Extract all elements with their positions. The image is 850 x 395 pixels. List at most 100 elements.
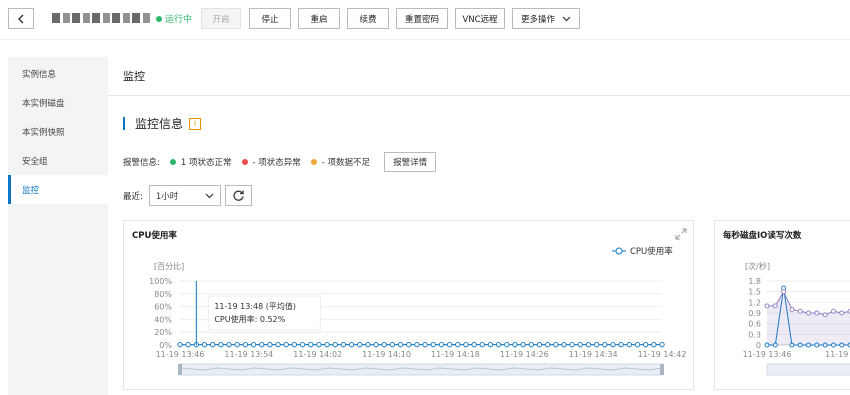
sidebar-item-instance-info[interactable]: 实例信息 [8, 59, 108, 88]
data-point [406, 342, 412, 348]
data-point [528, 342, 534, 348]
vnc-remote-button[interactable]: VNC远程 [455, 8, 505, 29]
alarm-info: 报警信息: 1 项状态正常 - 项状态异常 - 项数据不足 报警详情 [123, 152, 437, 172]
data-point [242, 342, 249, 348]
alarm-insufficient-text: - 项数据不足 [321, 158, 371, 168]
data-point [275, 342, 281, 348]
toolbar: 运行中 开启 停止 重启 续费 重置密码 VNC远程 更多操作 [0, 0, 850, 40]
more-actions-dropdown[interactable]: 更多操作 [512, 8, 580, 29]
cpu-chart: [百分比] 100% 80% 60% 40% 20% 0%11-19 13:46 11-19 … [149, 246, 687, 376]
sidebar-item-disks[interactable]: 本实例磁盘 [8, 88, 108, 117]
renew-button[interactable]: 续费 [347, 8, 389, 29]
y-tick-label: 0.6 [748, 320, 761, 329]
data-point [495, 342, 502, 348]
stop-button[interactable]: 停止 [249, 8, 291, 29]
data-point [455, 342, 461, 348]
time-range-select[interactable]: 1小时 [148, 185, 221, 206]
data-point [414, 342, 420, 348]
restart-button[interactable]: 重启 [298, 8, 340, 29]
data-point [201, 342, 208, 348]
data-point [520, 342, 526, 348]
data-point [553, 342, 559, 348]
data-point [831, 308, 836, 314]
data-point [210, 342, 216, 348]
data-point [797, 308, 803, 314]
orange-dot-icon [310, 159, 317, 165]
data-point [806, 310, 811, 316]
y-axis-label: [次/秒] [745, 261, 770, 271]
sidebar-item-monitoring[interactable]: 监控 [8, 175, 108, 204]
y-tick-label: 1.8 [748, 277, 761, 286]
main-content: 监控 监控信息 i 报警信息: 1 项状态正常 - 项状态异常 - 项数据不足 … [108, 57, 850, 395]
data-point [446, 342, 453, 348]
data-point [789, 306, 795, 312]
zoom-handle-right [660, 364, 664, 375]
x-tick-label: 11-19 14:10 [362, 350, 411, 359]
reset-password-button[interactable]: 重置密码 [396, 8, 448, 29]
data-point [626, 342, 632, 348]
data-point [651, 342, 657, 348]
chevron-left-icon [18, 14, 24, 23]
data-point [561, 342, 567, 348]
y-tick-label: 40% [154, 315, 172, 324]
data-point [422, 342, 428, 348]
data-point [340, 342, 347, 348]
data-point [365, 342, 371, 348]
y-tick-label: 1.2 [748, 298, 761, 307]
y-tick-label: 0.9 [748, 309, 761, 318]
data-point [839, 310, 845, 316]
data-point [569, 342, 575, 348]
data-point [430, 342, 436, 348]
zoom-slider-track [766, 363, 850, 376]
data-point [291, 342, 298, 348]
alarm-normal-text: 1 项状态正常 [180, 158, 232, 168]
data-point [634, 342, 641, 348]
x-tick-label: 11-19 14:42 [638, 350, 687, 359]
y-tick-label: 1.5 [748, 288, 761, 297]
data-point [250, 342, 257, 348]
x-tick-label: 11-19 14:34 [569, 350, 618, 359]
y-tick-label: 60% [154, 303, 172, 312]
disk-io-chart-card: 每秒磁盘IO读写次数 [次/秒] 1.8 1.5 1.2 0.9 0.6 0.3 0 11-19… [714, 220, 850, 390]
x-tick-label: 11-19 14:02 [293, 350, 342, 359]
data-point [643, 342, 649, 348]
section-title: 监控信息 i [123, 115, 202, 132]
data-point [373, 342, 379, 348]
y-tick-label: 20% [154, 328, 172, 337]
y-tick-label: 0% [159, 341, 172, 350]
data-point [610, 342, 616, 348]
start-button[interactable]: 开启 [201, 8, 241, 29]
chevron-down-icon [205, 193, 214, 198]
data-point [308, 342, 314, 348]
data-point [577, 342, 583, 348]
sidebar-item-snapshots[interactable]: 本实例快照 [8, 117, 108, 146]
data-point [479, 342, 485, 348]
data-point [218, 342, 224, 348]
x-tick-label: 11-19 13:46 [156, 350, 205, 359]
data-point [822, 312, 828, 318]
section-title-text: 监控信息 [135, 117, 184, 131]
x-tick-label: 11-19 13:46 [743, 350, 792, 359]
back-button[interactable] [8, 8, 34, 29]
data-point [267, 342, 273, 348]
refresh-button[interactable] [224, 185, 252, 206]
x-tick-label: 11-19 14:18 [431, 350, 480, 359]
data-point [357, 342, 363, 348]
red-dot-icon [241, 159, 248, 165]
alarm-detail-button[interactable]: 报警详情 [384, 152, 437, 172]
data-point [772, 303, 778, 309]
page-title: 监控 [108, 57, 850, 96]
alarm-label: 报警信息: [123, 158, 160, 168]
data-point [381, 342, 387, 348]
alarm-abnormal-text: - 项状态异常 [252, 158, 301, 168]
refresh-icon [233, 190, 244, 201]
data-point [316, 342, 322, 348]
time-range-row: 最近: 1小时 [123, 185, 252, 206]
info-icon[interactable]: i [189, 117, 202, 130]
data-point [471, 342, 477, 348]
data-point [781, 289, 787, 295]
status-badge: 运行中 [156, 12, 192, 25]
status-dot-icon [156, 15, 162, 22]
data-point [487, 342, 494, 348]
sidebar-item-security-group[interactable]: 安全组 [8, 146, 108, 175]
